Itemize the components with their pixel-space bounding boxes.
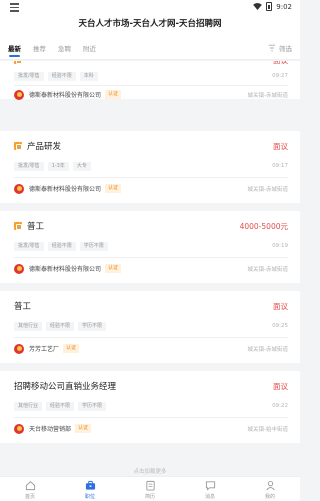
wifi-icon (253, 3, 263, 10)
divider (14, 177, 288, 178)
nav-messages[interactable]: 消息 (180, 477, 240, 501)
job-location: 城关镇-赤城街道 (247, 186, 289, 193)
post-time: 09:19 (272, 243, 288, 249)
job-card[interactable]: 普工 面议 其他行业 经验不限 学历不限 09:25 芳芳工艺厂 认证 城关镇-… (0, 291, 300, 363)
page-title: 天台人才市场-天台人才网-天台招聘网 (0, 14, 300, 34)
tag-education: 学历不限 (78, 322, 107, 331)
job-card[interactable]: 招聘移动公司直销业务经理 面议 其他行业 经验不限 学历不限 09:22 天台移… (0, 371, 300, 443)
bottom-nav: 首页 职位 简历 消息 我的 (0, 476, 300, 501)
salary: 面议 (273, 381, 288, 391)
job-card[interactable]: 普工 4000-5000元 批发/零售 经验不限 学历不限 09:19 德斯泰新… (0, 211, 300, 283)
nav-profile-label: 我的 (264, 494, 275, 500)
nav-jobs-label: 职位 (84, 494, 95, 500)
nav-resume[interactable]: 简历 (120, 477, 180, 501)
company-name[interactable]: 芳芳工艺厂 (29, 344, 59, 353)
tag-education: 本科 (79, 72, 98, 81)
job-title: 普工 (14, 302, 32, 312)
tag-experience: 经验不限 (47, 72, 76, 81)
company-logo (14, 183, 24, 194)
company-logo (14, 263, 24, 274)
certified-badge: 认证 (63, 344, 80, 353)
job-list: 面议 批发/零售 经验不限 本科 09:27 德斯泰新材料股份有限公司 认证 城… (0, 61, 300, 466)
menu-icon (10, 3, 19, 14)
tag-industry: 批发/零售 (14, 72, 44, 81)
battery-icon (266, 2, 273, 11)
job-location: 城关镇-赤城街道 (247, 92, 289, 99)
clock: 9:02 (276, 2, 292, 11)
job-location: 城关镇-赤城街道 (247, 346, 289, 353)
position-icon (14, 142, 22, 150)
load-more-button[interactable]: 点击加载更多 (0, 467, 300, 475)
nav-jobs[interactable]: 职位 (60, 477, 120, 501)
tag-education: 大专 (72, 162, 91, 171)
status-bar: 9:02 (0, 0, 300, 14)
tab-bar: 最新 推荐 急聘 附近 筛选 (0, 34, 300, 60)
divider (14, 337, 288, 338)
salary: 面议 (273, 141, 288, 151)
certified-badge: 认证 (75, 424, 92, 433)
job-title: 招聘移动公司直销业务经理 (14, 382, 117, 392)
job-location: 城关镇-始丰街道 (247, 426, 289, 433)
profile-icon (265, 481, 275, 491)
briefcase-icon (85, 480, 95, 490)
post-time: 09:22 (272, 403, 288, 409)
tag-experience: 经验不限 (46, 322, 75, 331)
tab-nearby[interactable]: 附近 (83, 34, 96, 60)
nav-profile[interactable]: 我的 (240, 477, 300, 501)
position-icon (14, 222, 22, 230)
divider (14, 417, 288, 418)
tag-experience: 经验不限 (47, 242, 76, 251)
certified-badge: 认证 (105, 264, 122, 273)
tag-education: 学历不限 (79, 242, 108, 251)
home-icon (25, 481, 35, 491)
status-indicators: 9:02 (253, 2, 292, 11)
resume-icon (145, 480, 155, 491)
post-time: 09:25 (272, 323, 288, 329)
certified-badge: 认证 (105, 184, 122, 193)
tab-recommended[interactable]: 推荐 (33, 34, 46, 60)
salary: 面议 (273, 61, 288, 66)
company-logo (14, 343, 24, 354)
post-time: 09:17 (272, 163, 288, 169)
divider (14, 257, 288, 258)
company-name[interactable]: 德斯泰新材料股份有限公司 (29, 184, 101, 193)
tag-experience: 经验不限 (46, 402, 75, 411)
company-logo (14, 423, 24, 434)
job-title: 产品研发 (27, 142, 62, 152)
job-title: 普工 (27, 222, 45, 232)
tag-experience: 1-3年 (47, 162, 69, 171)
tag-industry: 批发/零售 (14, 242, 44, 251)
nav-home-label: 首页 (24, 494, 35, 500)
job-card[interactable]: 面议 批发/零售 经验不限 本科 09:27 德斯泰新材料股份有限公司 认证 城… (0, 61, 300, 100)
salary: 面议 (273, 301, 288, 311)
divider (14, 85, 288, 86)
company-logo (14, 89, 24, 100)
position-icon (14, 61, 22, 64)
tab-urgent[interactable]: 急聘 (58, 34, 71, 60)
certified-badge: 认证 (105, 90, 122, 99)
filter-button[interactable]: 筛选 (268, 43, 292, 53)
nav-messages-label: 消息 (204, 494, 215, 500)
salary: 4000-5000元 (239, 221, 288, 231)
post-time: 09:27 (272, 73, 288, 79)
job-card[interactable]: 产品研发 面议 批发/零售 1-3年 大专 09:17 德斯泰新材料股份有限公司… (0, 131, 300, 203)
nav-home[interactable]: 首页 (0, 477, 60, 501)
tag-industry: 其他行业 (14, 322, 43, 331)
message-icon (205, 481, 215, 491)
company-name[interactable]: 德斯泰新材料股份有限公司 (29, 264, 101, 273)
filter-icon (268, 44, 276, 52)
tag-industry: 其他行业 (14, 402, 43, 411)
company-name[interactable]: 德斯泰新材料股份有限公司 (29, 90, 101, 99)
job-location: 城关镇-赤城街道 (247, 266, 289, 273)
tag-education: 学历不限 (78, 402, 107, 411)
filter-label: 筛选 (279, 45, 292, 53)
company-name[interactable]: 天台移动营销部 (29, 424, 71, 433)
nav-resume-label: 简历 (144, 494, 155, 500)
tag-industry: 批发/零售 (14, 162, 44, 171)
tab-latest[interactable]: 最新 (8, 34, 21, 60)
